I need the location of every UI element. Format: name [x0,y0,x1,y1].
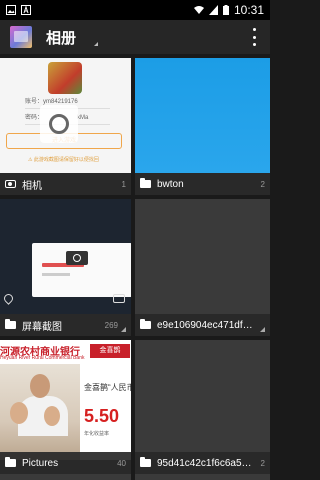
album-count: 269 [104,320,118,330]
album-label-bar: Pictures 40 [0,452,131,474]
album-tile[interactable]: bwton 2 [135,58,270,195]
album-count: 1 [121,179,126,189]
camera-icon [66,251,88,265]
album-tile[interactable]: 账号：ym84219176 密码：kMa 进入游戏 ⚠ 此游戏截图请保留好以便找… [0,58,131,195]
album-label-bar: e9e106904ec471dfc6f... [135,314,270,336]
family-photo-face [30,374,50,398]
loading-spinner-icon [49,114,69,134]
album-tile[interactable]: 屏幕截图 269 [0,199,131,336]
album-name: Pictures [22,457,59,469]
folder-icon [5,319,16,329]
album-name: 屏幕截图 [22,321,62,333]
dropdown-indicator-icon[interactable] [94,42,98,46]
text-notification-icon [21,5,31,15]
family-photo-face [10,402,28,424]
album-name: bwton [157,178,184,190]
app-toolbar: 相册 [0,20,270,54]
more-dot-icon [252,35,256,39]
album-label-bar: 屏幕截图 269 [0,314,131,336]
wifi-icon [193,6,204,14]
album-count: 2 [260,458,265,468]
gallery-app-icon[interactable] [10,26,32,48]
screenshot-bar [42,273,70,276]
album-view-selector[interactable]: 相册 [46,27,76,48]
folder-icon [140,457,151,467]
rotate-icon [113,294,125,303]
more-dot-icon [252,28,256,31]
album-grid: 账号：ym84219176 密码：kMa 进入游戏 ⚠ 此游戏截图请保留好以便找… [0,54,270,480]
album-name: 相机 [22,180,42,192]
family-photo-face [44,406,60,426]
album-menu-indicator-icon [260,327,265,332]
image-notification-icon [6,5,16,15]
album-thumbnail [135,199,270,314]
album-name: e9e106904ec471dfc6f... [157,319,257,331]
game-avatar-image [48,62,82,94]
status-bar: 10:31 [0,0,270,20]
folder-icon [5,457,16,467]
ad-headline: 金喜鹊“人民币 [84,383,131,392]
camera-icon [5,180,16,188]
status-time: 10:31 [233,3,264,17]
album-name: 95d41c42c1f6c6a5620... [157,457,257,469]
album-menu-indicator-icon [121,327,126,332]
signal-icon [208,5,218,15]
album-tile[interactable]: 95d41c42c1f6c6a5620... 2 [135,340,270,480]
ad-rate-label: 年化收益率 [84,431,110,437]
album-count: 2 [260,179,265,189]
album-thumbnail [135,58,270,173]
album-count: 40 [117,458,126,468]
bank-english-name: Heyuan River Rural Commercial Bank [0,355,85,361]
album-thumbnail: 河源农村商业银行 Heyuan River Rural Commercial B… [0,340,131,460]
ad-rate: 5.50 [84,406,120,426]
album-tile[interactable]: e9e106904ec471dfc6f... [135,199,270,336]
battery-icon [222,5,229,15]
album-tile[interactable]: 河源农村商业银行 Heyuan River Rural Commercial B… [0,340,131,480]
album-label-bar: 相机 1 [0,173,131,195]
location-pin-icon [2,292,15,305]
album-thumbnail: 账号：ym84219176 密码：kMa 进入游戏 ⚠ 此游戏截图请保留好以便找… [0,58,131,173]
album-label-bar: 95d41c42c1f6c6a5620... 2 [135,452,270,474]
more-dot-icon [252,43,256,46]
more-options-button[interactable] [250,28,258,46]
album-thumbnail [0,199,131,314]
bank-tag: 金喜鹊 [90,344,130,358]
screenshot-note: ⚠ 此游戏截图请保留好以便找回 [28,157,99,163]
folder-icon [140,178,151,188]
album-label-bar: bwton 2 [135,173,270,195]
album-thumbnail [135,340,270,460]
bank-header: 河源农村商业银行 Heyuan River Rural Commercial B… [0,340,130,362]
folder-icon [140,319,151,329]
